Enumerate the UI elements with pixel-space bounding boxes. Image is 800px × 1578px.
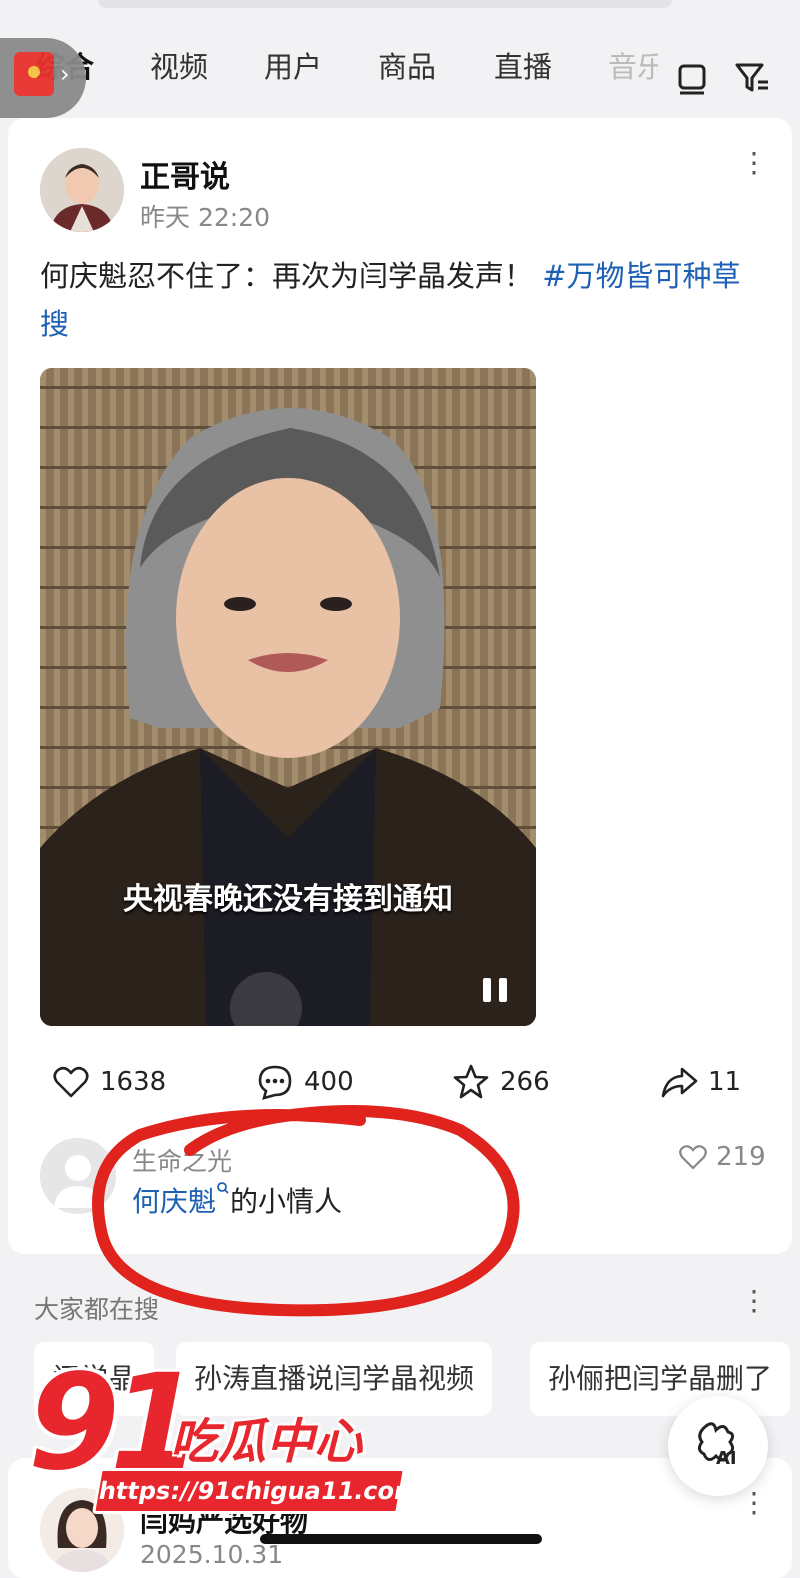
next-post-time: 2025.10.31 [140,1540,284,1569]
heart-icon [53,1066,89,1098]
tab-users[interactable]: 用户 [264,44,322,86]
author-avatar[interactable] [40,148,124,232]
related-searches-title: 大家都在搜 [34,1295,160,1324]
default-user-icon [40,1138,116,1214]
video-caption: 央视春晚还没有接到通知 [123,882,453,917]
commenter-avatar[interactable] [40,1138,116,1214]
tab-products[interactable]: 商品 [378,44,436,86]
heart-icon [679,1145,707,1170]
post-time: 昨天 22:20 [140,203,270,232]
pause-icon[interactable] [480,976,510,1004]
comment-count: 400 [304,1067,354,1097]
share-arrow-icon [661,1067,698,1098]
related-more-icon[interactable]: ⋮ [740,1287,768,1315]
comment-icon [258,1065,292,1100]
category-tab-bar: 综合 视频 用户 商品 直播 音乐 [0,22,800,102]
video-player[interactable]: 央视春晚还没有接到通知 [40,368,536,1026]
comment-search-link[interactable]: 何庆魁 [132,1185,216,1218]
like-button[interactable]: 1638 [52,1062,166,1102]
star-icon [453,1064,489,1099]
favorite-count: 266 [500,1067,550,1097]
tab-video[interactable]: 视频 [150,44,208,86]
search-icon [217,1182,229,1194]
author-name[interactable]: 正哥说 [140,152,230,196]
post-body: 何庆魁忍不住了：再次为闫学晶发声！ [40,259,534,293]
share-count: 11 [708,1067,742,1097]
tab-live[interactable]: 直播 [494,44,552,86]
filter-icon[interactable] [734,60,770,96]
video-frame [40,368,536,1026]
next-more-icon[interactable]: ⋮ [740,1489,768,1517]
related-search-chip[interactable]: 孙俪把闫学晶删了 [530,1342,791,1416]
layout-icon[interactable] [674,60,710,96]
chevron-right-icon: › [60,60,70,88]
watermark-logo-text: 吃瓜中心 [170,1414,363,1470]
ai-assistant-button[interactable]: AI [668,1396,768,1496]
commenter-name[interactable]: 生命之光 [132,1142,232,1178]
comment-like-count: 219 [716,1142,766,1172]
ai-label: AI [716,1448,737,1469]
search-bar-edge[interactable] [98,0,672,8]
comment-button[interactable]: 400 [256,1062,354,1102]
comment-body: 的小情人 [230,1185,343,1218]
tab-music[interactable]: 音乐 [608,44,658,86]
more-options-icon[interactable]: ⋮ [740,149,768,177]
comment-like-button[interactable]: 219 [678,1142,766,1172]
post-text: 何庆魁忍不住了：再次为闫学晶发声！ #万物皆可种草搜 [40,252,760,348]
home-indicator[interactable] [260,1534,542,1544]
share-button[interactable]: 11 [660,1062,741,1102]
comment-text: 何庆魁 的小情人 [132,1180,342,1220]
red-packet-button[interactable]: › [0,38,86,118]
like-count: 1638 [100,1067,167,1097]
red-envelope-icon [14,52,54,96]
favorite-button[interactable]: 266 [452,1062,550,1102]
watermark-url: https://91chigua11.com [91,1468,422,1514]
